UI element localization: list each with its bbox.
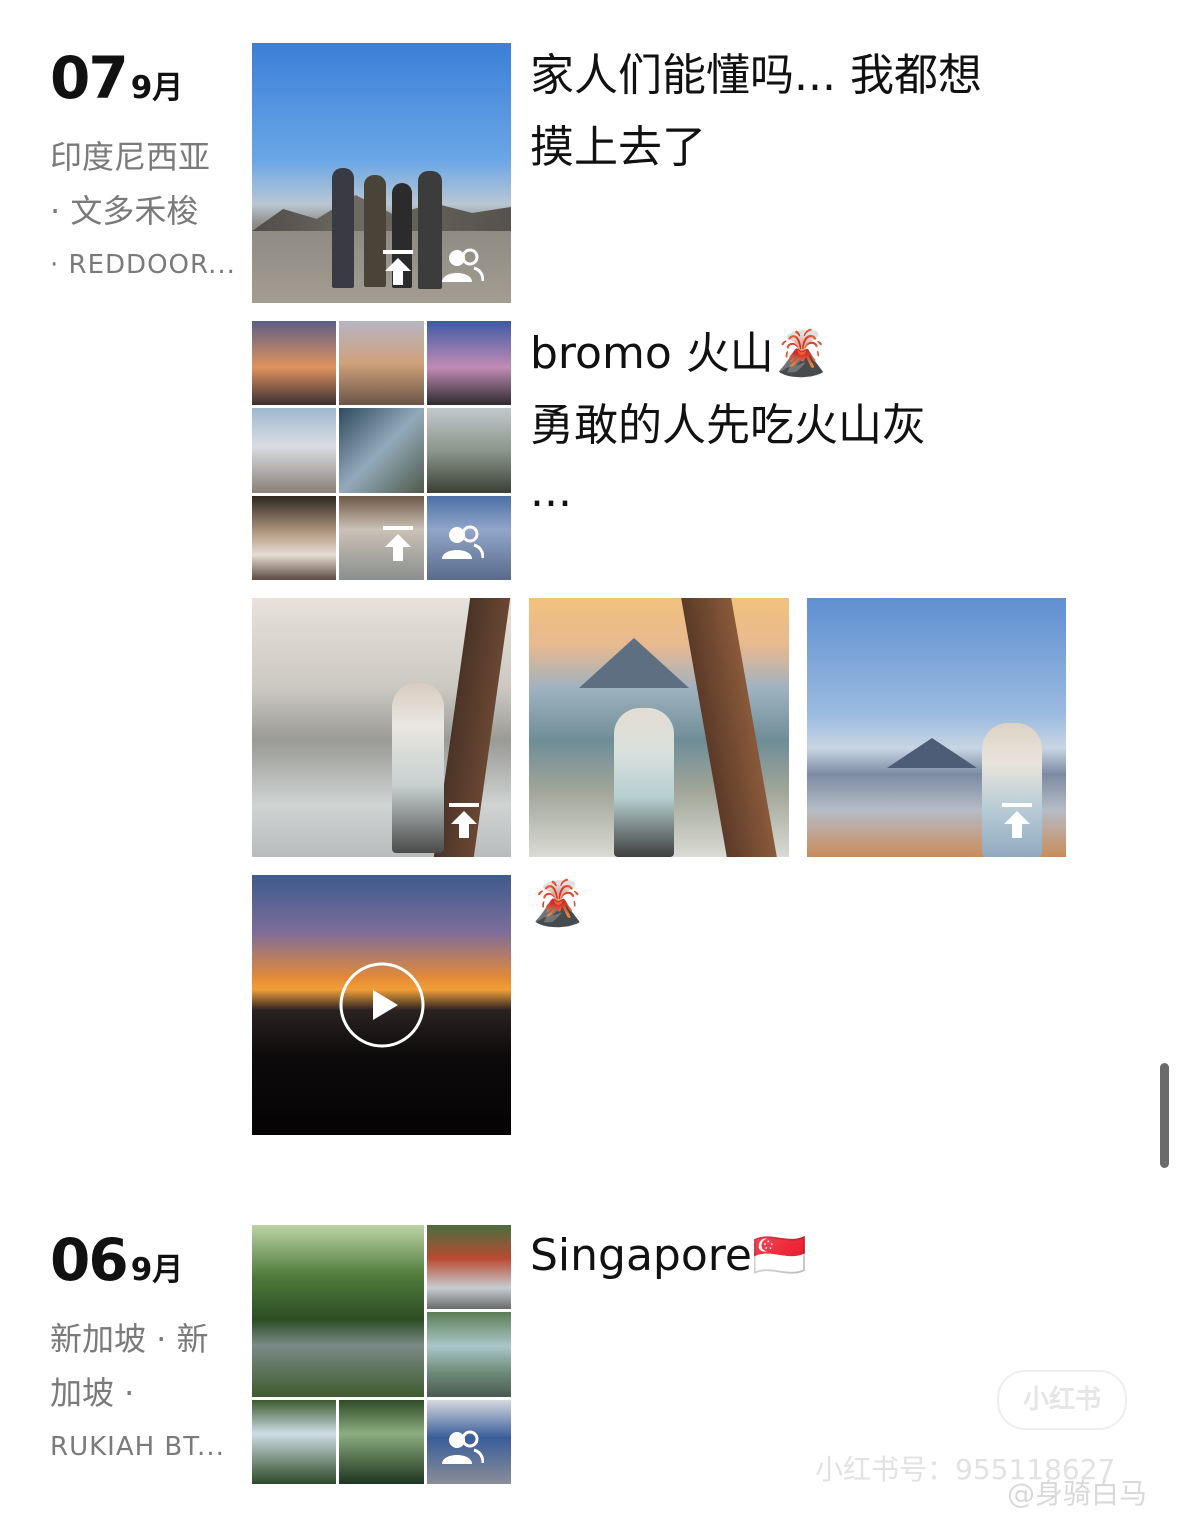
post-thumbnail-photo[interactable] (807, 598, 1066, 857)
caption-line: 家人们能懂吗... 我都想 (530, 50, 982, 101)
post-caption[interactable]: 🌋 (530, 868, 585, 940)
grid-photo (427, 1225, 511, 1309)
grid-photo (339, 408, 424, 493)
post-caption[interactable]: Singapore🇸🇬 (530, 1220, 807, 1292)
caption-line: bromo 火山🌋 (530, 328, 829, 379)
share-up-icon (1002, 803, 1032, 838)
caption-line: 摸上去了 (530, 122, 706, 173)
location-line: 新加坡 · 新 (50, 1320, 209, 1358)
post-thumbnail-video[interactable] (252, 875, 511, 1135)
caption-line: ... (530, 466, 572, 517)
share-up-icon (449, 803, 479, 838)
grid-photo (339, 1400, 424, 1484)
date-block-07: 07 9月 (50, 44, 183, 112)
people-icon (442, 525, 484, 559)
play-icon[interactable] (338, 961, 426, 1049)
caption-line: 🌋 (530, 878, 585, 929)
caption-line: 勇敢的人先吃火山灰 (530, 400, 926, 451)
scrollbar[interactable] (1160, 1063, 1169, 1168)
location-line: · REDDOOR... (50, 250, 236, 280)
watermark-logo: 小红书 (997, 1370, 1127, 1430)
post-thumbnail-photo[interactable] (529, 598, 789, 857)
date-month: 9月 (130, 1252, 184, 1288)
people-icon (442, 248, 484, 282)
date-month: 9月 (130, 70, 184, 106)
grid-photo (252, 321, 336, 405)
date-block-06: 06 9月 (50, 1226, 183, 1294)
location-line: RUKIAH BT... (50, 1432, 225, 1462)
grid-photo (427, 321, 511, 405)
people-icon (442, 1430, 484, 1464)
grid-photo (252, 408, 336, 493)
post-caption[interactable]: 家人们能懂吗... 我都想 摸上去了 (530, 40, 982, 184)
location-07: 印度尼西亚 · 文多禾梭 · REDDOOR... (50, 130, 236, 292)
location-line: · 文多禾梭 (50, 192, 199, 230)
date-day: 06 (50, 1226, 129, 1294)
location-line: 印度尼西亚 (50, 138, 211, 176)
location-line: 加坡 · (50, 1374, 135, 1412)
grid-photo (252, 1400, 336, 1484)
grid-photo (252, 496, 336, 580)
date-day: 07 (50, 44, 129, 112)
share-up-icon (383, 526, 413, 561)
share-up-icon (383, 250, 413, 285)
weibo-watermark: @身骑白马 (1007, 1477, 1148, 1510)
post-caption[interactable]: bromo 火山🌋 勇敢的人先吃火山灰 ... (530, 318, 926, 522)
grid-photo (252, 1225, 424, 1397)
caption-line: Singapore🇸🇬 (530, 1230, 807, 1281)
location-06: 新加坡 · 新 加坡 · RUKIAH BT... (50, 1312, 225, 1474)
post-thumbnail-grid[interactable] (252, 321, 511, 580)
post-thumbnail-friends-photo[interactable] (252, 43, 511, 303)
grid-photo (427, 408, 511, 493)
grid-photo (339, 321, 424, 405)
post-thumbnail-photo[interactable] (252, 598, 511, 857)
post-thumbnail-collage[interactable] (252, 1225, 511, 1484)
grid-photo (427, 1312, 511, 1397)
